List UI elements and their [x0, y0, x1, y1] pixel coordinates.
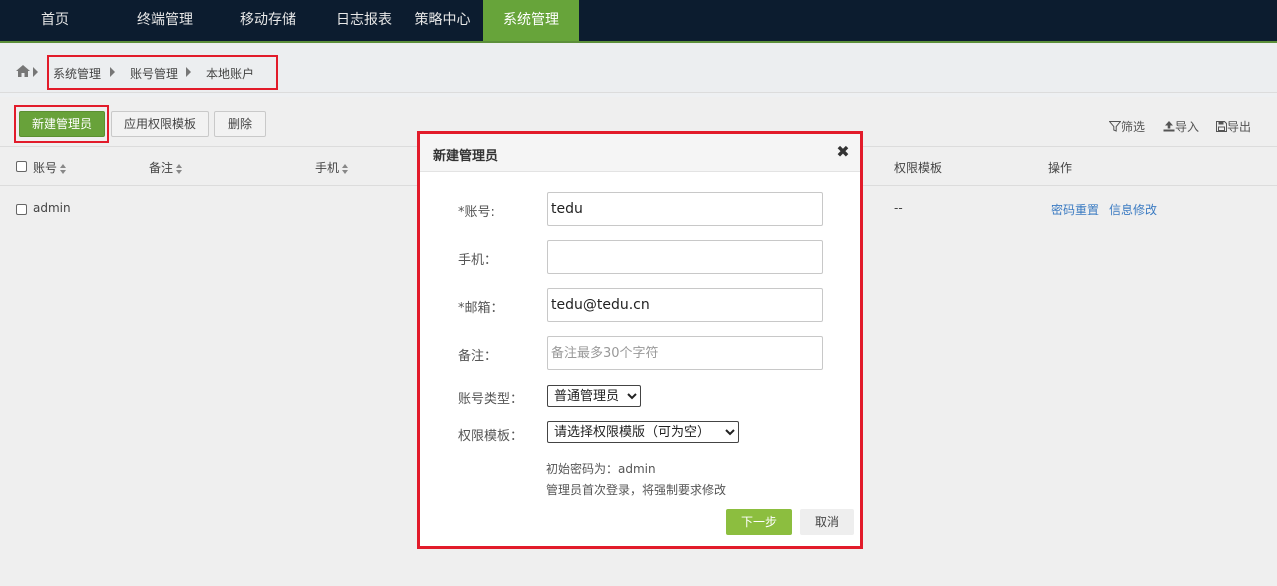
initial-password-hint: 初始密码为：admin	[546, 462, 656, 476]
email-label: *邮箱：	[458, 301, 504, 316]
phone-input[interactable]	[547, 240, 823, 274]
new-admin-dialog: 新建管理员 ✖ *账号: 手机： *邮箱： 备注： 账号类型： 普通管理员 权限…	[420, 134, 860, 546]
dialog-title: 新建管理员	[433, 149, 499, 164]
dialog-header: 新建管理员 ✖	[420, 134, 860, 172]
remark-label: 备注：	[458, 349, 498, 364]
cancel-button[interactable]: 取消	[800, 509, 854, 535]
account-input[interactable]	[547, 192, 823, 226]
perm-template-select[interactable]: 请选择权限模版（可为空）	[547, 421, 739, 443]
force-change-hint: 管理员首次登录，将强制要求修改	[546, 483, 727, 497]
email-input[interactable]	[547, 288, 823, 322]
account-type-label: 账号类型：	[458, 392, 524, 407]
next-button[interactable]: 下一步	[726, 509, 792, 535]
account-type-select[interactable]: 普通管理员	[547, 385, 641, 407]
perm-template-label: 权限模板：	[458, 429, 524, 444]
account-label: *账号:	[458, 205, 495, 220]
close-icon[interactable]: ✖	[836, 144, 850, 160]
phone-label: 手机：	[458, 253, 498, 268]
remark-input[interactable]	[547, 336, 823, 370]
